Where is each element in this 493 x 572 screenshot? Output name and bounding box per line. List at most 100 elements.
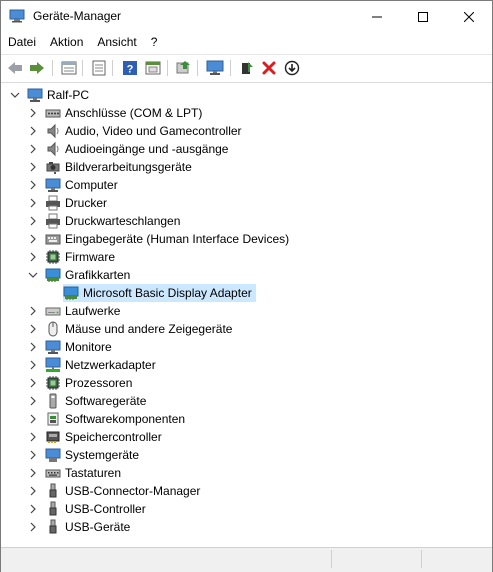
category-toggle[interactable] [27,413,39,425]
tree-category-item[interactable]: Tastaturen [27,464,121,482]
chevron-right-icon [30,324,36,334]
category-toggle[interactable] [27,233,39,245]
toolbar-separator [230,60,231,76]
category-toggle[interactable] [27,215,39,227]
category-toggle[interactable] [27,251,39,263]
chevron-right-icon [30,306,36,316]
tree-category-item[interactable]: Audio, Video und Gamecontroller [27,122,242,140]
back-button[interactable] [6,59,24,77]
category-toggle[interactable] [27,485,39,497]
category-toggle[interactable] [27,341,39,353]
toolbar-separator [52,60,53,76]
menu-aktion[interactable]: Aktion [43,32,90,53]
chevron-right-icon [30,432,36,442]
chevron-right-icon [30,486,36,496]
properties-view-button[interactable] [60,59,78,77]
category-toggle[interactable] [27,359,39,371]
tree-category-label: Softwarekomponenten [65,412,186,426]
tree-category-item[interactable]: USB-Geräte [27,518,130,536]
update-driver-button[interactable] [174,59,192,77]
tree-category-item[interactable]: USB-Connector-Manager [27,482,200,500]
network-icon [45,357,61,372]
storage-controller-icon [46,431,60,443]
category-toggle[interactable] [27,431,39,443]
tree-category-item[interactable]: Speichercontroller [27,428,162,446]
display-adapter-icon [45,268,61,282]
properties-view-icon [61,61,77,75]
tree-category-item[interactable]: Netzwerkadapter [27,356,156,374]
tree-root-label: Ralf-PC [47,88,90,102]
port-icon [45,109,61,118]
tree-category-item[interactable]: Druckwarteschlangen [27,212,180,230]
tree-category-item[interactable]: Laufwerke [27,302,120,320]
menu-help[interactable]: ? [144,32,165,53]
chevron-right-icon [30,144,36,154]
tree-device-item[interactable]: Microsoft Basic Display Adapter [63,284,256,302]
root-toggle[interactable] [9,89,21,101]
category-toggle[interactable] [27,521,39,533]
category-toggle[interactable] [27,449,39,461]
tree-category-item[interactable]: Anschlüsse (COM & LPT) [27,104,202,122]
download-driver-button[interactable] [283,59,301,77]
close-button[interactable] [446,1,492,32]
category-toggle[interactable] [27,323,39,335]
details-button[interactable] [90,59,108,77]
uninstall-button[interactable] [260,59,278,77]
chevron-right-icon [30,378,36,388]
tree-category-item[interactable]: Audioeingänge und -ausgänge [27,140,228,158]
category-toggle[interactable] [27,125,39,137]
category-toggle[interactable] [27,269,39,281]
category-toggle[interactable] [27,395,39,407]
software-device-icon [49,393,57,409]
menu-datei[interactable]: Datei [1,32,43,53]
menu-bar: Datei Aktion Ansicht ? [1,32,492,53]
tree-category-item[interactable]: Systemgeräte [27,446,139,464]
tree-category-item[interactable]: USB-Controller [27,500,146,518]
category-toggle[interactable] [27,107,39,119]
tree-category-label: Audioeingänge und -ausgänge [65,142,229,156]
monitor-icon [45,340,61,354]
menu-ansicht[interactable]: Ansicht [90,32,143,53]
tree-category-item[interactable]: Firmware [27,248,115,266]
category-toggle[interactable] [27,197,39,209]
tree-category-item[interactable]: Softwarekomponenten [27,410,185,428]
tree-category-item[interactable]: Mäuse und andere Zeigegeräte [27,320,232,338]
tree-category-item[interactable]: Eingabegeräte (Human Interface Devices) [27,230,289,248]
tree-category-item[interactable]: Prozessoren [27,374,132,392]
tree-category-item[interactable]: Bildverarbeitungsgeräte [27,158,192,176]
category-toggle[interactable] [27,179,39,191]
chevron-right-icon [30,396,36,406]
tree-category-item[interactable]: Monitore [27,338,112,356]
speaker-icon [47,123,59,139]
tree-category-label: Druckwarteschlangen [65,214,181,228]
printer-icon [46,195,60,211]
category-toggle[interactable] [27,161,39,173]
tree-category-item[interactable]: Softwaregeräte [27,392,146,410]
back-icon [8,62,22,74]
category-toggle[interactable] [27,467,39,479]
usb-icon [49,483,57,498]
tree-category-item[interactable]: Drucker [27,194,107,212]
enable-device-icon [242,62,253,74]
maximize-button[interactable] [400,1,446,32]
category-toggle[interactable] [27,377,39,389]
category-toggle[interactable] [27,305,39,317]
tree-root-item[interactable]: Ralf-PC [9,86,89,104]
tree-category-label: Audio, Video und Gamecontroller [65,124,242,138]
svg-text:?: ? [127,64,134,76]
window-title: Geräte-Manager [33,9,122,23]
help-button[interactable]: ? [121,59,139,77]
tree-category-item[interactable]: Grafikkarten [27,266,130,284]
toolbar-separator [197,60,198,76]
chevron-down-icon [28,272,38,278]
category-toggle[interactable] [27,503,39,515]
chevron-right-icon [30,252,36,262]
enable-device-button[interactable] [238,59,256,77]
category-toggle[interactable] [27,143,39,155]
tree-category-item[interactable]: Computer [27,176,118,194]
forward-button[interactable] [28,59,46,77]
show-hidden-button[interactable] [144,59,162,77]
title-bar[interactable]: Geräte-Manager [1,1,492,32]
minimize-button[interactable] [354,1,400,32]
scan-hardware-button[interactable] [206,59,224,77]
